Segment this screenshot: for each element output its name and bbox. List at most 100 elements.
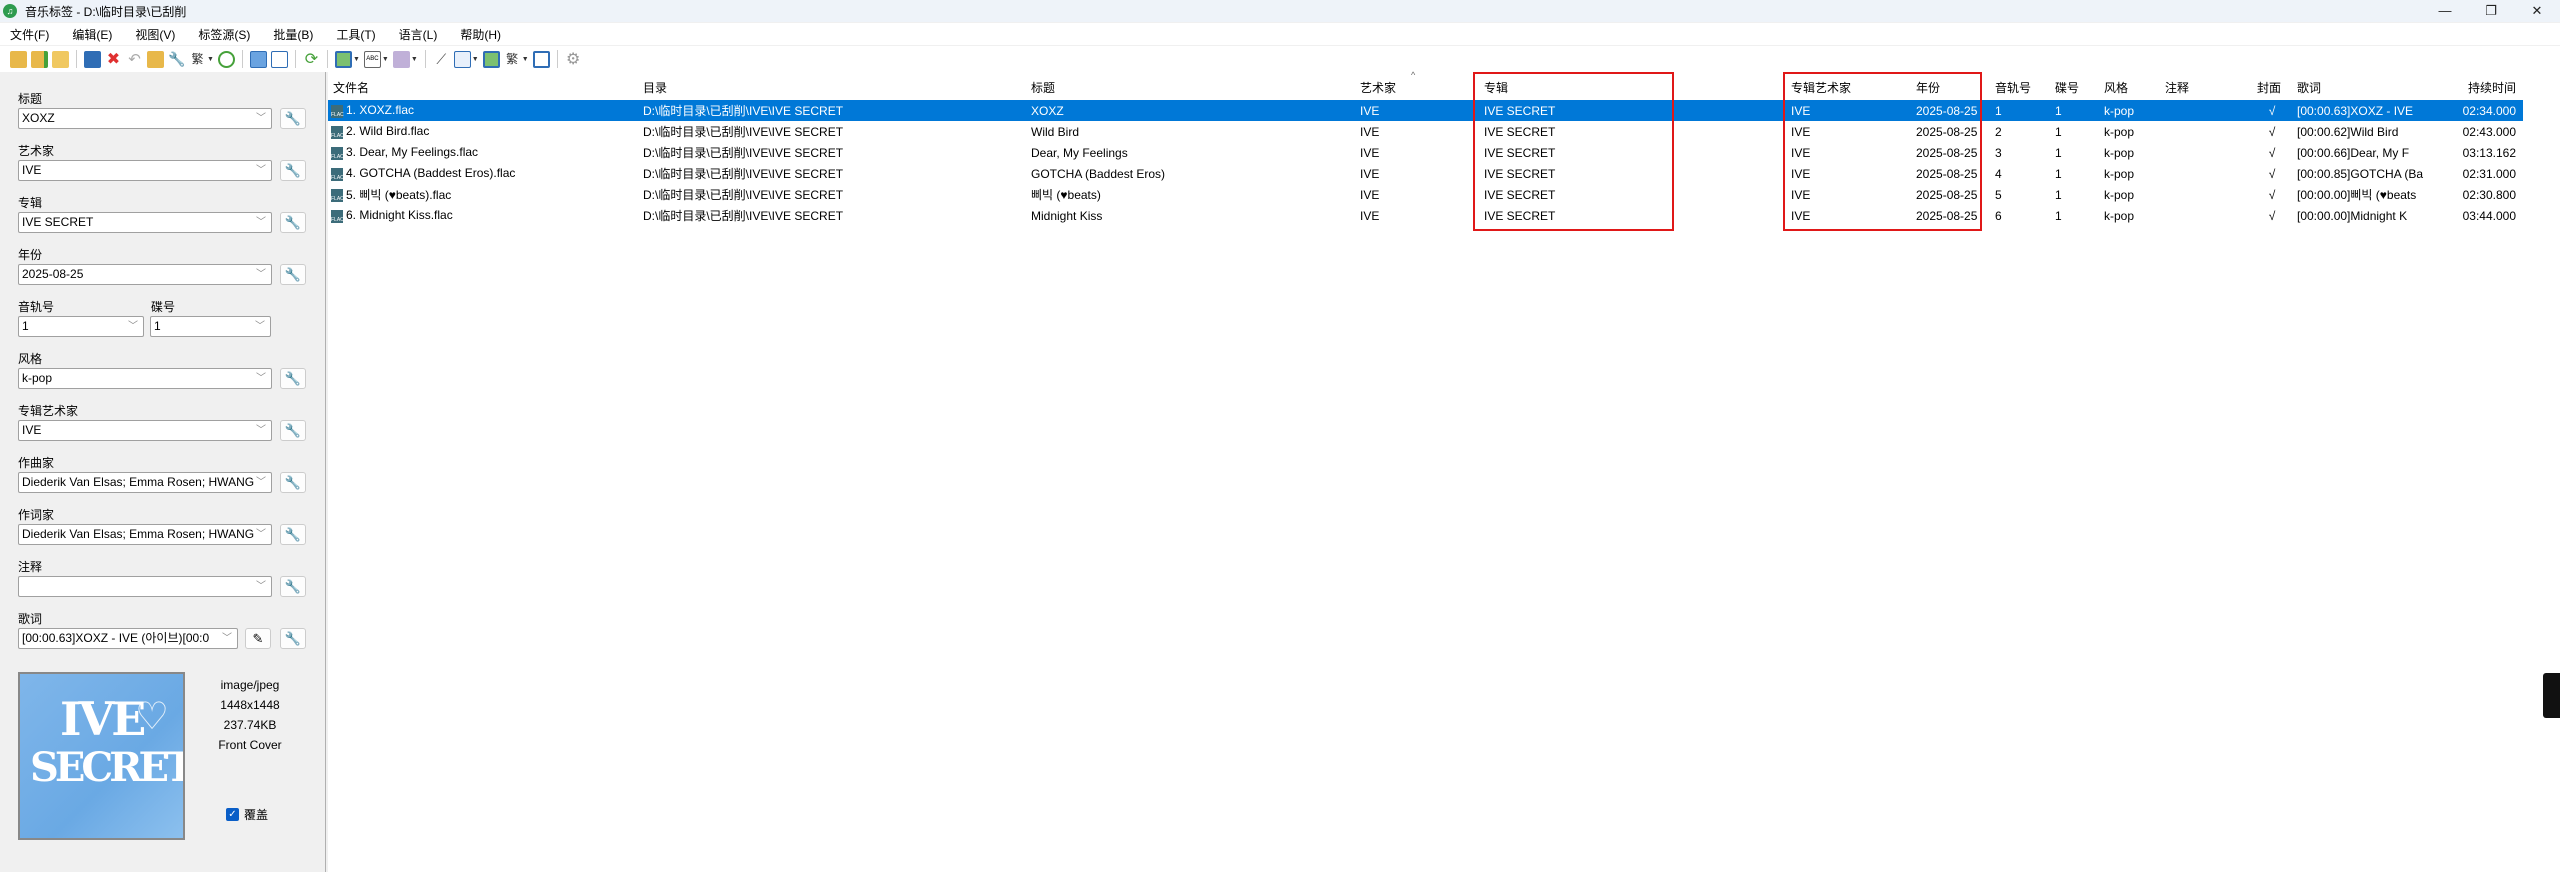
genre-wrench-button[interactable]: 🔧 <box>280 368 306 389</box>
chevron-down-icon[interactable]: ﹀ <box>256 161 266 180</box>
chevron-down-icon[interactable]: ﹀ <box>256 473 266 492</box>
album-combo[interactable]: IVE SECRET ﹀ <box>18 212 272 233</box>
menu-tools[interactable]: 工具(T) <box>336 26 375 43</box>
save-icon[interactable] <box>84 50 101 68</box>
overwrite-checkbox[interactable]: ✓ 覆盖 <box>226 806 268 823</box>
traditional-simplified-2-icon[interactable]: 繁 <box>504 51 521 68</box>
close-button[interactable]: ✕ <box>2514 0 2560 22</box>
artist-combo[interactable]: IVE ﹀ <box>18 160 272 181</box>
track-combo[interactable]: 1 ﹀ <box>18 316 144 337</box>
track-label: 音轨号 <box>18 300 55 314</box>
table-row[interactable]: FLAC 4. GOTCHA (Baddest Eros).flac D:\临时目录… <box>328 163 2523 184</box>
table-row[interactable]: FLAC 5. 삐빅 (♥beats).flac D:\临时目录\已刮削\IVE\I… <box>328 184 2523 205</box>
dropdown-arrow-icon[interactable]: ▼ <box>522 56 529 63</box>
dropdown-arrow-icon[interactable]: ▼ <box>207 56 214 63</box>
dropdown-arrow-icon[interactable]: ▼ <box>353 56 360 63</box>
comment-wrench-button[interactable]: 🔧 <box>280 576 306 597</box>
text-abc-icon[interactable]: ABC <box>363 50 381 68</box>
composer-wrench-button[interactable]: 🔧 <box>280 472 306 493</box>
menu-batch[interactable]: 批量(B) <box>273 26 313 43</box>
year-wrench-button[interactable]: 🔧 <box>280 264 306 285</box>
magic-wand-icon[interactable]: ⟋ <box>433 51 450 68</box>
lyricist-combo[interactable]: Diederik Van Elsas; Emma Rosen; HWANG ﹀ <box>18 524 272 545</box>
chevron-down-icon[interactable]: ﹀ <box>256 525 266 544</box>
column-header-artist[interactable]: 艺术家 <box>1355 79 1479 96</box>
column-header-filename[interactable]: 文件名 <box>328 79 638 96</box>
book-icon[interactable] <box>147 50 164 68</box>
chevron-down-icon[interactable]: ﹀ <box>256 109 266 128</box>
menu-edit[interactable]: 编辑(E) <box>72 26 112 43</box>
image-icon[interactable] <box>334 50 352 68</box>
grid-icon[interactable] <box>249 50 267 68</box>
artist-wrench-button[interactable]: 🔧 <box>280 160 306 181</box>
history-icon[interactable] <box>217 50 235 68</box>
wrench-icon[interactable]: 🔧 <box>168 51 185 68</box>
maximize-button[interactable]: ❐ <box>2468 0 2514 22</box>
column-header-duration[interactable]: 持续时间 <box>2440 79 2520 96</box>
cell-filename: FLAC 2. Wild Bird.flac <box>328 124 638 139</box>
chevron-down-icon[interactable]: ﹀ <box>256 421 266 440</box>
menu-view[interactable]: 视图(V) <box>135 26 175 43</box>
chevron-down-icon[interactable]: ﹀ <box>256 369 266 388</box>
undo-icon[interactable]: ↶ <box>126 51 143 68</box>
table-row[interactable]: FLAC 6. Midnight Kiss.flac D:\临时目录\已刮削\IVE… <box>328 205 2523 226</box>
chevron-down-icon[interactable]: ﹀ <box>256 265 266 284</box>
album-artist-combo[interactable]: IVE ﹀ <box>18 420 272 441</box>
side-scroll-widget[interactable] <box>2543 673 2560 718</box>
file-save-icon[interactable] <box>453 50 471 68</box>
dropdown-arrow-icon[interactable]: ▼ <box>472 56 479 63</box>
album-wrench-button[interactable]: 🔧 <box>280 212 306 233</box>
column-header-track[interactable]: 音轨号 <box>1990 79 2050 96</box>
chevron-down-icon[interactable]: ﹀ <box>222 629 232 648</box>
image-save-icon[interactable] <box>482 50 500 68</box>
delete-icon[interactable]: ✖ <box>105 51 122 68</box>
minimize-button[interactable]: — <box>2422 0 2468 22</box>
column-header-title[interactable]: 标题 <box>1026 79 1355 96</box>
column-header-genre[interactable]: 风格 <box>2099 79 2160 96</box>
lyrics-edit-button[interactable]: ✎ <box>245 628 271 649</box>
album-cover-image[interactable]: IVE ♡ SECRET <box>18 672 185 840</box>
column-header-lyrics[interactable]: 歌词 <box>2292 79 2440 96</box>
lyrics-combo[interactable]: [00:00.63]XOXZ - IVE (아이브)[00:0 ﹀ <box>18 628 238 649</box>
column-header-cover[interactable]: 封面 <box>2252 79 2292 96</box>
cell-directory: D:\临时目录\已刮削\IVE\IVE SECRET <box>643 125 844 139</box>
genre-combo[interactable]: k-pop ﹀ <box>18 368 272 389</box>
traditional-simplified-icon[interactable]: 繁 <box>189 51 206 68</box>
window-icon[interactable] <box>532 50 550 68</box>
table-row[interactable]: FLAC 3. Dear, My Feelings.flac D:\临时目录\已刮削… <box>328 142 2523 163</box>
open-folder-icon[interactable] <box>10 50 27 68</box>
dropdown-arrow-icon[interactable]: ▼ <box>382 56 389 63</box>
column-header-directory[interactable]: 目录 <box>638 79 1026 96</box>
disc-combo[interactable]: 1 ﹀ <box>150 316 271 337</box>
title-combo[interactable]: XOXZ ﹀ <box>18 108 272 129</box>
menu-file[interactable]: 文件(F) <box>10 26 49 43</box>
chevron-down-icon[interactable]: ﹀ <box>128 317 138 336</box>
composer-combo[interactable]: Diederik Van Elsas; Emma Rosen; HWANG ﹀ <box>18 472 272 493</box>
lyrics-wrench-button[interactable]: 🔧 <box>280 628 306 649</box>
settings-gear-icon[interactable]: ⚙ <box>565 51 582 68</box>
refresh-icon[interactable]: ⟳ <box>303 51 320 68</box>
album-artist-wrench-button[interactable]: 🔧 <box>280 420 306 441</box>
open-folders-icon[interactable] <box>52 50 69 68</box>
menu-tag-source[interactable]: 标签源(S) <box>198 26 250 43</box>
lyricist-wrench-button[interactable]: 🔧 <box>280 524 306 545</box>
grid-alt-icon[interactable] <box>270 50 288 68</box>
cell-track: 5 <box>1995 187 2002 202</box>
add-folder-icon[interactable] <box>31 50 48 68</box>
title-wrench-button[interactable]: 🔧 <box>280 108 306 129</box>
table-row[interactable]: FLAC 2. Wild Bird.flac D:\临时目录\已刮削\IVE\IVE… <box>328 121 2523 142</box>
window-title: 音乐标签 - D:\临时目录\已刮削 <box>25 4 187 19</box>
tag-edit-icon[interactable] <box>392 50 410 68</box>
menu-language[interactable]: 语言(L) <box>399 26 438 43</box>
dropdown-arrow-icon[interactable]: ▼ <box>411 56 418 63</box>
checkbox-checked-icon[interactable]: ✓ <box>226 808 239 821</box>
table-row[interactable]: FLAC 1. XOXZ.flac D:\临时目录\已刮削\IVE\IVE SECR… <box>328 100 2523 121</box>
comment-combo[interactable]: ﹀ <box>18 576 272 597</box>
menu-help[interactable]: 帮助(H) <box>460 26 501 43</box>
column-header-disc[interactable]: 碟号 <box>2050 79 2099 96</box>
column-header-comment[interactable]: 注释 <box>2160 79 2252 96</box>
chevron-down-icon[interactable]: ﹀ <box>256 577 266 596</box>
chevron-down-icon[interactable]: ﹀ <box>256 213 266 232</box>
chevron-down-icon[interactable]: ﹀ <box>255 317 265 336</box>
year-combo[interactable]: 2025-08-25 ﹀ <box>18 264 272 285</box>
